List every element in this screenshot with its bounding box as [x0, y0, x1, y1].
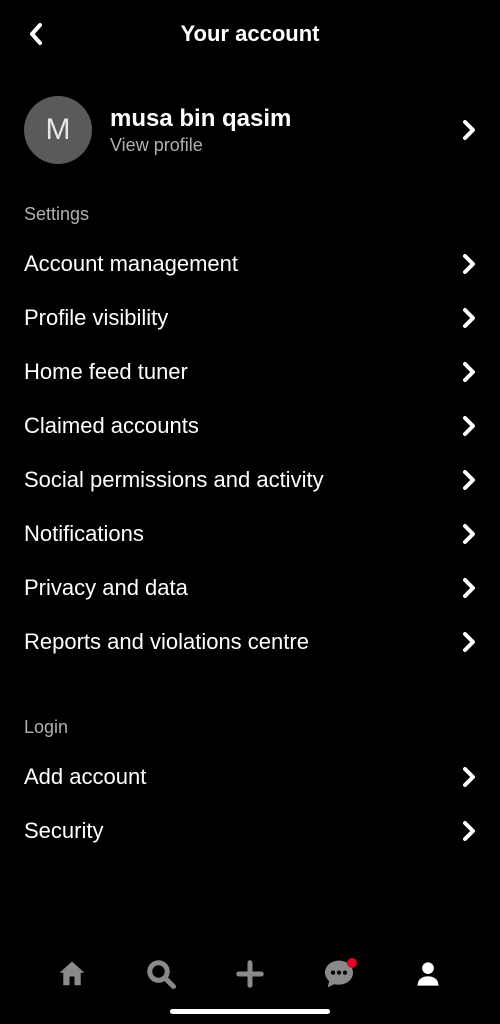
row-label: Social permissions and activity — [24, 467, 324, 493]
row-privacy-data[interactable]: Privacy and data — [0, 561, 500, 615]
chevron-left-icon — [28, 22, 44, 46]
row-label: Profile visibility — [24, 305, 168, 331]
chevron-right-icon — [462, 361, 476, 383]
tab-profile[interactable] — [406, 952, 450, 996]
row-profile-visibility[interactable]: Profile visibility — [0, 291, 500, 345]
row-security[interactable]: Security — [0, 804, 500, 858]
avatar-initial: M — [46, 113, 71, 147]
row-label: Claimed accounts — [24, 413, 199, 439]
row-label: Notifications — [24, 521, 144, 547]
tab-messages[interactable] — [317, 952, 361, 996]
chevron-right-icon — [462, 415, 476, 437]
header: Your account — [0, 0, 500, 68]
search-icon — [146, 959, 176, 989]
login-section-label: Login — [0, 697, 500, 750]
chevron-right-icon — [462, 577, 476, 599]
home-icon — [57, 959, 87, 989]
row-label: Account management — [24, 251, 238, 277]
login-list: Add account Security — [0, 750, 500, 858]
row-social-permissions[interactable]: Social permissions and activity — [0, 453, 500, 507]
tab-search[interactable] — [139, 952, 183, 996]
notification-badge — [347, 958, 357, 968]
tab-home[interactable] — [50, 952, 94, 996]
chevron-right-icon — [462, 631, 476, 653]
profile-text: musa bin qasim View profile — [110, 105, 444, 156]
chevron-right-icon — [462, 766, 476, 788]
row-label: Reports and violations centre — [24, 629, 309, 655]
row-notifications[interactable]: Notifications — [0, 507, 500, 561]
back-button[interactable] — [22, 20, 50, 48]
person-icon — [414, 960, 442, 988]
chevron-right-icon — [462, 253, 476, 275]
tab-create[interactable] — [228, 952, 272, 996]
settings-list: Account management Profile visibility Ho… — [0, 237, 500, 669]
settings-section-label: Settings — [0, 184, 500, 237]
row-add-account[interactable]: Add account — [0, 750, 500, 804]
profile-name: musa bin qasim — [110, 105, 444, 133]
home-indicator — [170, 1009, 330, 1014]
chevron-right-icon — [462, 820, 476, 842]
view-profile-label: View profile — [110, 135, 444, 156]
row-account-management[interactable]: Account management — [0, 237, 500, 291]
chevron-right-icon — [462, 307, 476, 329]
chevron-right-icon — [462, 523, 476, 545]
page-title: Your account — [181, 21, 320, 47]
chevron-right-icon — [462, 469, 476, 491]
row-label: Security — [24, 818, 103, 844]
row-reports-violations[interactable]: Reports and violations centre — [0, 615, 500, 669]
row-home-feed-tuner[interactable]: Home feed tuner — [0, 345, 500, 399]
plus-icon — [235, 959, 265, 989]
row-claimed-accounts[interactable]: Claimed accounts — [0, 399, 500, 453]
profile-row[interactable]: M musa bin qasim View profile — [0, 68, 500, 184]
row-label: Add account — [24, 764, 146, 790]
chevron-right-icon — [462, 119, 476, 141]
row-label: Privacy and data — [24, 575, 188, 601]
avatar: M — [24, 96, 92, 164]
row-label: Home feed tuner — [24, 359, 188, 385]
